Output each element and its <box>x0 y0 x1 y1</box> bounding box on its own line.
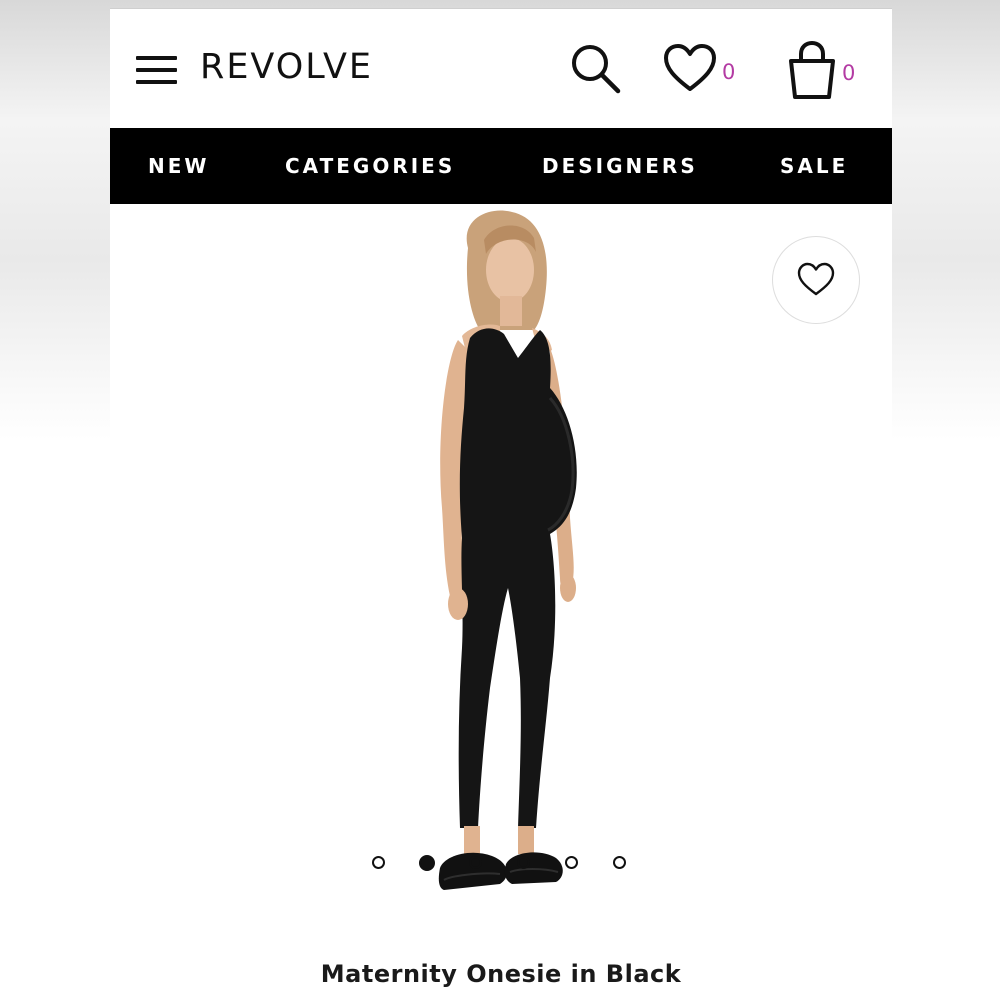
search-icon <box>572 45 621 94</box>
carousel-dot-2[interactable] <box>419 855 435 871</box>
hamburger-menu-icon[interactable] <box>136 56 177 84</box>
nav-item-categories[interactable]: CATEGORIES <box>285 128 455 204</box>
bag-count: 0 <box>842 61 856 85</box>
product-title: Maternity Onesie in Black <box>320 960 682 988</box>
wishlist-button[interactable]: 0 <box>662 41 740 97</box>
search-button[interactable] <box>568 41 624 97</box>
product-photo <box>438 210 577 890</box>
carousel-pagination <box>372 855 632 876</box>
heart-icon <box>664 44 716 91</box>
carousel-dot-3[interactable] <box>469 856 482 869</box>
carousel-dot-5[interactable] <box>565 856 578 869</box>
nav-item-new[interactable]: NEW <box>148 128 209 204</box>
site-header: REVOLVE 0 0 <box>110 9 892 128</box>
product-image-carousel[interactable] <box>110 204 892 944</box>
shopping-bag-icon <box>789 40 835 99</box>
shopping-bag-button[interactable]: 0 <box>784 39 862 99</box>
carousel-dot-1[interactable] <box>372 856 385 869</box>
nav-item-designers[interactable]: DESIGNERS <box>542 128 698 204</box>
mobile-page: REVOLVE 0 0 NEW CATEGORIES DESIGNERS SAL… <box>110 8 892 1000</box>
main-nav: NEW CATEGORIES DESIGNERS SALE <box>110 128 892 204</box>
wishlist-count: 0 <box>722 60 736 84</box>
carousel-dot-6[interactable] <box>613 856 626 869</box>
carousel-dot-4[interactable] <box>517 856 530 869</box>
nav-item-sale[interactable]: SALE <box>780 128 848 204</box>
add-to-wishlist-button[interactable] <box>772 236 860 324</box>
heart-icon <box>797 262 835 296</box>
site-logo[interactable]: REVOLVE <box>200 45 373 89</box>
